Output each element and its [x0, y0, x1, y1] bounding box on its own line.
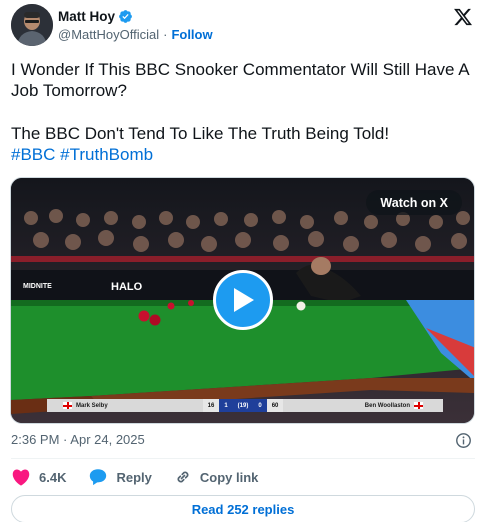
score-player2: 60 [266, 399, 284, 412]
player1-name: Mark Selby [76, 402, 108, 409]
play-icon [234, 288, 254, 312]
scoreboard-scores: 16 1 (19) 0 60 [202, 399, 284, 412]
watch-on-x-button[interactable]: Watch on X [366, 190, 462, 215]
like-button[interactable]: 6.4K [11, 468, 66, 486]
info-icon[interactable] [455, 432, 472, 449]
reply-label: Reply [116, 469, 152, 485]
arena-sign-midnite: MIDNITE [23, 283, 52, 290]
action-bar: 6.4K Reply Copy link [11, 467, 280, 487]
copy-link-label: Copy link [199, 469, 259, 485]
author-handle[interactable]: @MattHoyOfficial [58, 27, 159, 42]
frames-player1: 1 [219, 399, 233, 412]
tweet-text: I Wonder If This BBC Snooker Commentator… [11, 59, 471, 165]
scoreboard-player2: Ben Woollaston [283, 399, 444, 412]
author-name-line: Matt Hoy [58, 9, 133, 24]
verified-badge-icon [119, 10, 132, 23]
x-logo-icon[interactable] [453, 7, 473, 27]
author-avatar[interactable] [11, 4, 53, 46]
reply-bubble-icon [90, 469, 107, 486]
england-flag-icon [414, 402, 424, 409]
tweet-line-2: The BBC Don't Tend To Like The Truth Bei… [11, 124, 390, 143]
author-name[interactable]: Matt Hoy [58, 9, 115, 24]
timestamp-separator: · [63, 432, 68, 447]
hashtag-truthbomb[interactable]: #TruthBomb [60, 145, 153, 164]
scoreboard: Mark Selby 16 1 (19) 0 60 Ben Woollaston [47, 399, 444, 412]
divider [11, 458, 475, 459]
tweet-date: Apr 24, 2025 [70, 432, 145, 447]
play-button[interactable] [213, 270, 273, 330]
follow-button[interactable]: Follow [171, 27, 212, 42]
score-player1: 16 [202, 399, 220, 412]
like-count: 6.4K [39, 469, 67, 485]
tweet-timestamp[interactable]: 2:36 PM · Apr 24, 2025 [11, 432, 145, 447]
frames-player2: 0 [253, 399, 267, 412]
link-icon [177, 471, 189, 483]
author-handle-line: @MattHoyOfficial · Follow [58, 27, 213, 42]
tweet-header: Matt Hoy @MattHoyOfficial · Follow [11, 4, 477, 48]
england-flag-icon [63, 402, 72, 409]
scoreboard-player1: Mark Selby [47, 399, 203, 412]
separator-dot: · [163, 27, 168, 42]
player2-name: Ben Woollaston [364, 402, 411, 409]
heart-icon [12, 469, 30, 486]
arena-sign-halo: HALO [111, 281, 143, 293]
frames-total: (19) [232, 399, 254, 412]
tweet-line-1: I Wonder If This BBC Snooker Commentator… [11, 60, 469, 100]
tweet-time: 2:36 PM [11, 432, 60, 447]
video-player[interactable]: MIDNITE HALO Watch on X Mark Selby 16 1 … [10, 177, 475, 424]
hashtag-bbc[interactable]: #BBC [11, 145, 55, 164]
copy-link-button[interactable]: Copy link [174, 468, 259, 486]
read-replies-button[interactable]: Read 252 replies [11, 495, 475, 522]
reply-button[interactable]: Reply [88, 468, 152, 486]
hashtag-line: #BBC #TruthBomb [11, 144, 471, 165]
